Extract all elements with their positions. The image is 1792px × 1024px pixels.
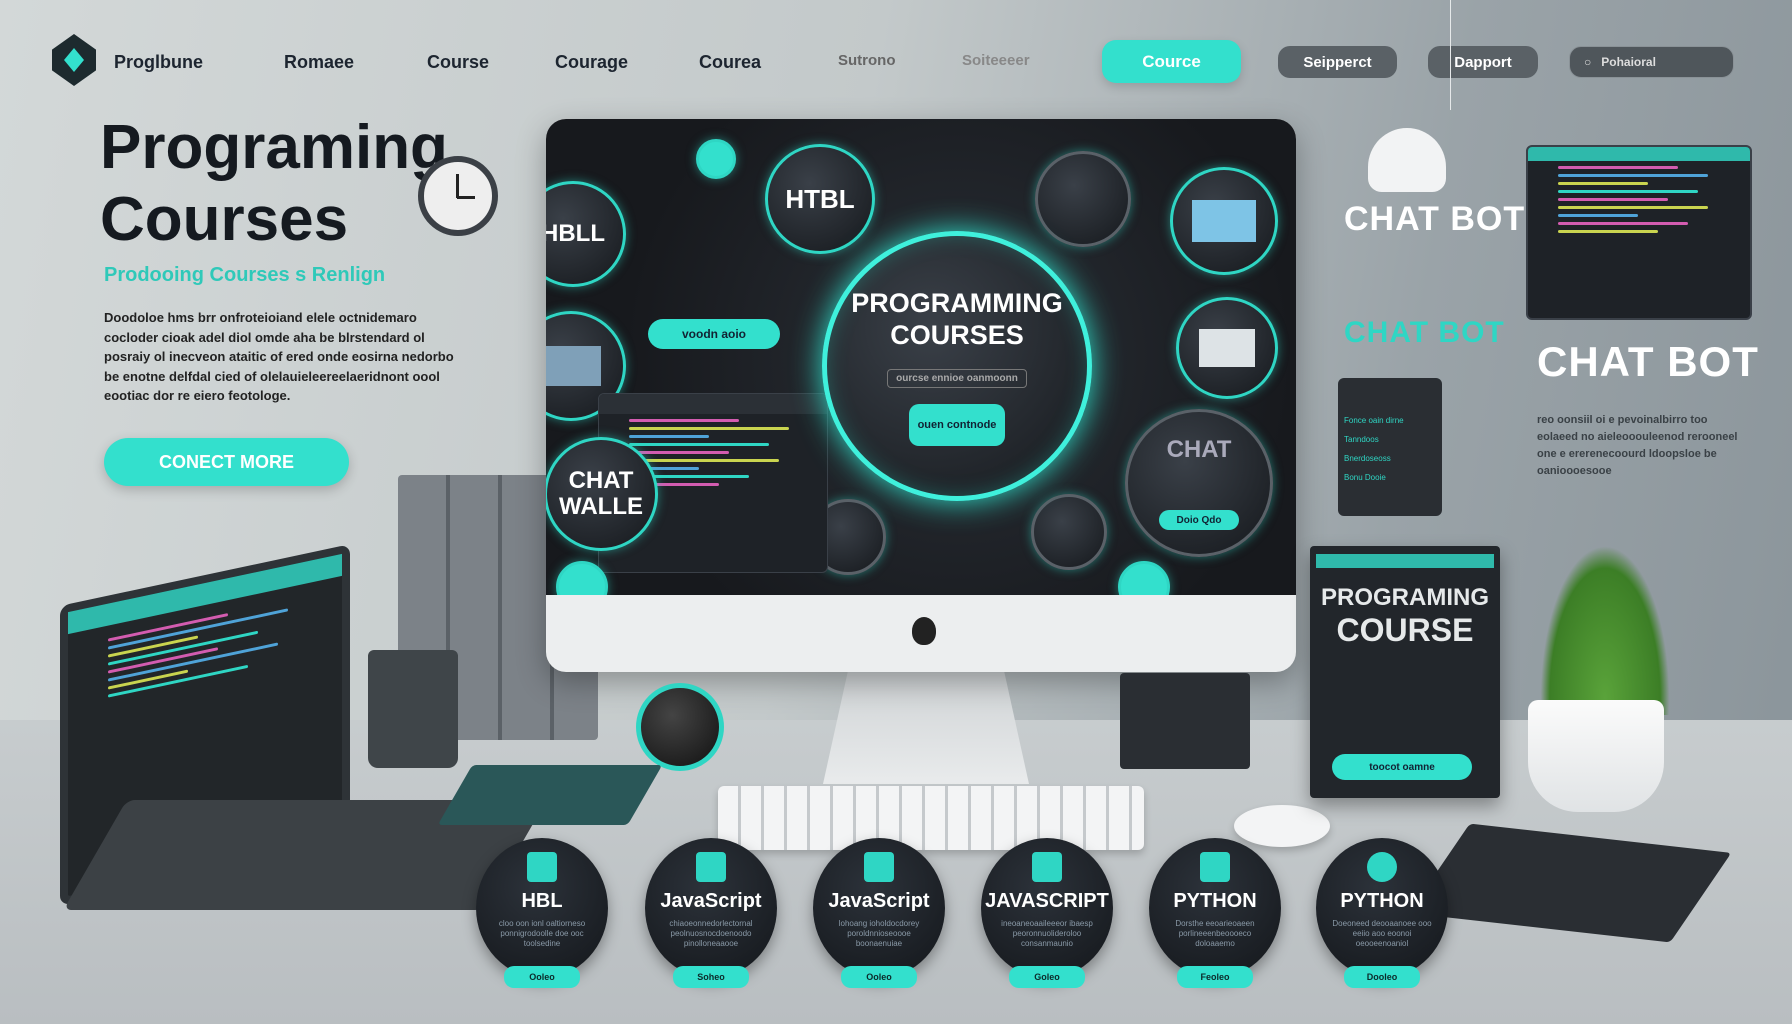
- brand-name[interactable]: Proglbune: [114, 52, 203, 73]
- speaker-ball: [636, 683, 724, 771]
- monitor: HBLL HTBL CHAT Doio Qdo voodn aoio PROGRA…: [546, 119, 1296, 672]
- bubble-hbll[interactable]: HBLL: [546, 181, 626, 287]
- center-continue-button[interactable]: ouen contnode: [909, 403, 1005, 446]
- course-card-javascript[interactable]: JavaScript chiaoeonnedorlectornal peolnuo…: [645, 838, 777, 988]
- speaker-box: [1120, 673, 1250, 769]
- chat-icon[interactable]: [1031, 494, 1107, 570]
- javascript-icon: [696, 852, 726, 882]
- nav-link-4[interactable]: Courea: [699, 52, 761, 73]
- monitor-screen: HBLL HTBL CHAT Doio Qdo voodn aoio PROGRA…: [546, 119, 1296, 595]
- course-card-button[interactable]: Ooleo: [504, 966, 580, 988]
- bubble-laptop-icon-2[interactable]: [1176, 297, 1278, 399]
- course-card-python[interactable]: PYTHON Doeoneed deooaanoee ooo eeiio aoo …: [1316, 838, 1448, 988]
- apple-logo-icon: [912, 617, 936, 645]
- mouse: [1234, 805, 1330, 847]
- cloud-icon: [1368, 128, 1446, 192]
- nav-link-5[interactable]: Sutrono: [838, 52, 896, 69]
- support-button-2[interactable]: Dapport: [1428, 46, 1538, 78]
- divider: [1450, 0, 1451, 110]
- hero-subtitle: Prodooing Courses s Renlign: [104, 264, 386, 286]
- chat-menu-item[interactable]: Bonu Dooie: [1344, 473, 1436, 482]
- course-card-python[interactable]: PYTHON Dorsthe eeoarieoaeen porlineeenbeo…: [1149, 838, 1281, 988]
- plant-leaves: [1540, 545, 1670, 715]
- screen-left-button[interactable]: voodn aoio: [648, 319, 780, 349]
- monitor-stand: [823, 672, 1029, 784]
- keyboard: [718, 786, 1144, 850]
- center-course-circle: PROGRAMMING COURSES ourcse ennioe oanmoo…: [822, 231, 1092, 501]
- bubble-chat-walle[interactable]: CHAT WALLE: [546, 437, 658, 551]
- course-nav-button[interactable]: Cource: [1102, 40, 1241, 83]
- python-icon: [1367, 852, 1397, 882]
- support-button-1[interactable]: Seipperct: [1278, 46, 1397, 78]
- chat-menu-item[interactable]: Fonce oain dirne: [1344, 416, 1436, 425]
- course-book: PROGRAMING COURSE toocot oamne: [1310, 546, 1500, 798]
- chat-bot-label-3: CHAT BOT: [1537, 338, 1759, 385]
- course-card-javascript[interactable]: JavaScript lohoang ioholdocdorey poroldnn…: [813, 838, 945, 988]
- chat-bot-description: reo oonsiil oi e pevoinalbirro too eolae…: [1537, 414, 1738, 477]
- nav-link-1[interactable]: Romaee: [284, 52, 354, 73]
- hero-title: Programing Courses: [100, 113, 448, 254]
- chat-bot-label-1: CHAT BOT: [1344, 200, 1526, 238]
- pen-holder: [368, 650, 458, 768]
- bubble-laptop-icon[interactable]: [1170, 167, 1278, 275]
- course-card-button[interactable]: Dooleo: [1344, 966, 1420, 988]
- search-input[interactable]: ○ Pohaioral: [1569, 46, 1734, 78]
- clock-icon: [418, 156, 498, 236]
- course-card-button[interactable]: Goleo: [1009, 966, 1085, 988]
- center-input[interactable]: ourcse ennioe oanmoonn: [887, 368, 1027, 388]
- book-button[interactable]: toocot oamne: [1332, 754, 1472, 780]
- chat-menu-panel: Fonce oain dirne Tanndoos Bnerdoseoss Bo…: [1338, 378, 1442, 516]
- course-card-button[interactable]: Feoleo: [1177, 966, 1253, 988]
- bubble-code-text[interactable]: [1035, 151, 1131, 247]
- course-card-button[interactable]: Ooleo: [841, 966, 917, 988]
- javascript-icon: [1032, 852, 1062, 882]
- chat-menu-item[interactable]: Bnerdoseoss: [1344, 454, 1436, 463]
- course-card-button[interactable]: Soheo: [673, 966, 749, 988]
- javascript-icon: [864, 852, 894, 882]
- python-icon: [1200, 852, 1230, 882]
- nav-link-2[interactable]: Course: [427, 52, 489, 73]
- tablet: [437, 765, 663, 825]
- teal-dot-icon: [696, 139, 736, 179]
- chat-code-panel: [1526, 145, 1752, 320]
- hero-description: Doodoloe hms brr onfroteioiand elele oct…: [104, 310, 454, 403]
- nav-link-3[interactable]: Courage: [555, 52, 628, 73]
- chat-menu-item[interactable]: Tanndoos: [1344, 435, 1436, 444]
- html-icon: [527, 852, 557, 882]
- plant-pot: [1528, 700, 1664, 812]
- bubble-htbl[interactable]: HTBL: [765, 144, 875, 254]
- chat-bot-label-2: CHAT BOT: [1344, 316, 1505, 349]
- nav-link-6[interactable]: Soiteeeer: [962, 52, 1030, 69]
- course-card-javascript[interactable]: JAVASCRIPT ineoaneoaaileeeor ibaesp peoro…: [981, 838, 1113, 988]
- teal-button-icon-2[interactable]: [1118, 561, 1170, 595]
- search-icon: ○: [1584, 55, 1592, 69]
- connect-more-button[interactable]: CONECT MORE: [104, 438, 349, 486]
- course-card-html[interactable]: HBL cloo oon ionl oaltiorneso ponnigrodoo…: [476, 838, 608, 988]
- brand-logo-icon[interactable]: [52, 34, 96, 86]
- bubble-chat[interactable]: CHAT Doio Qdo: [1125, 409, 1273, 557]
